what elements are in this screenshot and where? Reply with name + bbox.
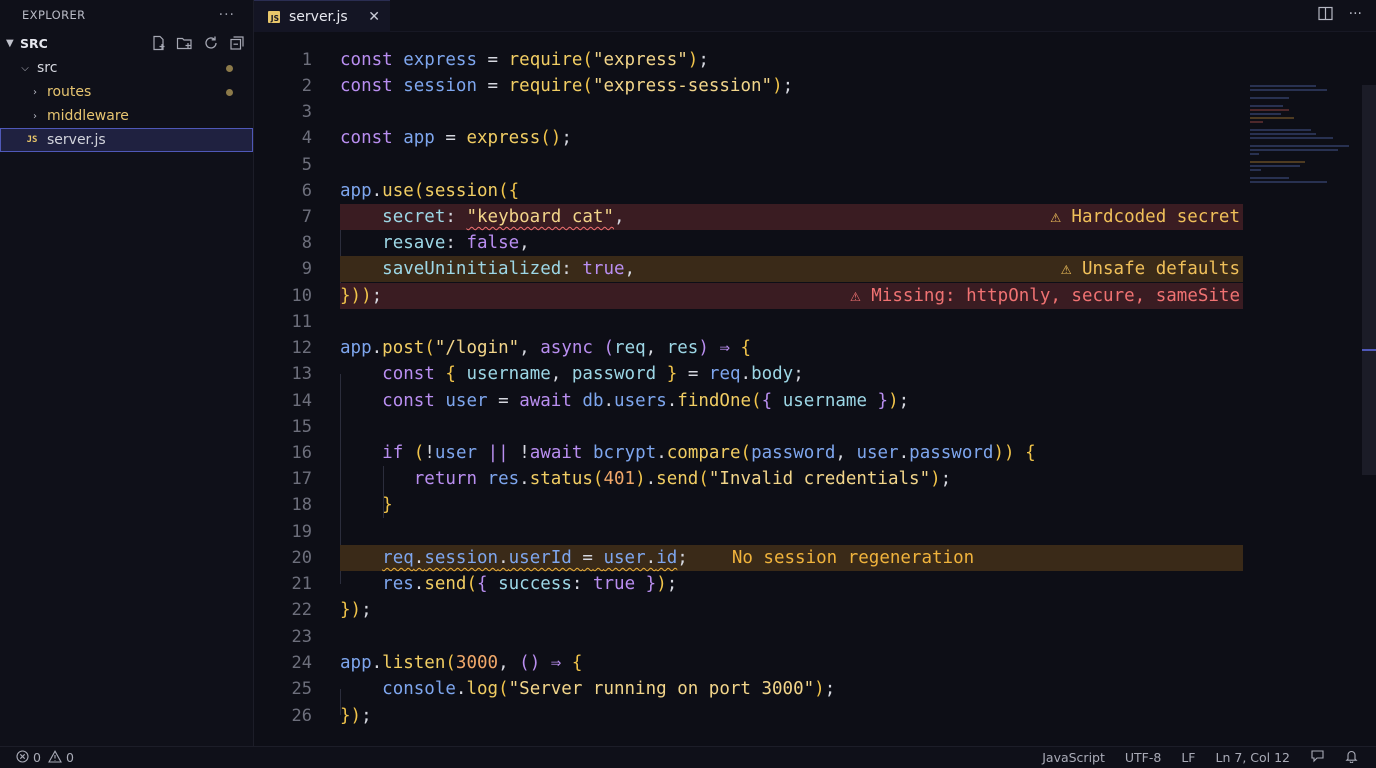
modified-dot [226,88,233,96]
tree-item-label: src [37,60,58,76]
tab-server-js[interactable]: JS server.js ✕ [254,0,390,32]
close-icon[interactable]: ✕ [368,9,380,25]
tree-item-src[interactable]: ⌵ src [0,56,253,80]
code-line: 3 [301,102,312,122]
code-line: 4 const app = express(); [301,128,572,148]
encoding[interactable]: UTF-8 [1125,750,1161,765]
tree-item-middleware[interactable]: › middleware [0,104,253,128]
code-line: 26}); [291,706,372,726]
tree-item-label: server.js [47,132,106,148]
chevron-right-icon: › [33,110,37,122]
workspace-root-label: SRC [20,35,48,51]
code-line: 19 [291,522,312,542]
code-line: 15 [291,417,312,437]
code-line: 1 const express = require("express"); [301,50,709,70]
end-of-line[interactable]: LF [1181,750,1195,765]
code-line: 24 app.listen(3000, () ⇒ { [291,653,583,673]
code-editor[interactable]: 1 const express = require("express"); 2 co… [254,33,1376,746]
warning-icon [48,749,62,766]
code-line: 18 } [291,495,393,515]
code-line: 8 resave: false, [301,233,530,253]
vertical-scrollbar[interactable] [1362,85,1376,475]
code-line-flagged: 10})); ⚠ Missing: httpOnly, secure, sameS… [292,283,1243,310]
refresh-icon[interactable] [202,35,219,52]
code-line-flagged: 7 secret: "keyboard cat", ⚠ Hardcoded sec… [302,204,1243,231]
minimap[interactable] [1250,85,1360,185]
tree-item-routes[interactable]: › routes [0,80,253,104]
scrollbar-marker [1362,349,1376,351]
new-file-icon[interactable] [150,35,167,52]
code-line: 5 [301,155,312,175]
code-line: 23 [291,627,312,647]
code-line: 14 const user = await db.users.findOne({… [291,391,910,411]
unsafe-defaults-warning: ⚠ Unsafe defaults [1060,259,1240,279]
tree-item-label: routes [47,84,92,100]
code-line: 22}); [291,600,372,620]
code-line-flagged: 20 req.session.userId = user.id; No sessi… [292,545,1243,572]
code-line: 12 app.post("/login", async (req, res) ⇒ … [291,338,752,358]
editor-tab-bar: JS server.js ✕ ··· [254,0,1376,32]
session-regeneration-warning: No session regeneration [731,548,975,568]
code-line: 16 if (!user || !await bcrypt.compare(pa… [291,443,1036,463]
bell-icon[interactable] [1345,749,1358,766]
chevron-down-icon: ▼ [6,37,14,49]
more-actions-icon[interactable]: ··· [219,7,235,23]
code-line: 17 return res.status(401).send("Invalid … [291,469,952,489]
error-icon [16,749,29,766]
more-actions-icon[interactable]: ··· [1349,6,1362,25]
js-file-icon: JS [26,135,38,145]
tab-label: server.js [289,8,348,25]
split-editor-icon[interactable] [1318,6,1333,25]
explorer-sidebar: EXPLORER ··· ▼ SRC ⌵ src › routes › midd… [0,0,254,746]
warning-count: 0 [65,750,74,765]
chevron-down-icon: ⌵ [21,62,29,74]
error-count: 0 [33,750,41,765]
js-file-icon: JS [268,10,280,23]
feedback-icon[interactable] [1310,749,1325,766]
tree-item-server-js[interactable]: JS server.js [0,128,253,152]
problems-indicator[interactable]: 0 0 [0,749,74,766]
code-line: 13 const { username, password } = req.bo… [291,364,804,384]
chevron-right-icon: › [33,86,37,98]
modified-dot [226,64,233,72]
new-folder-icon[interactable] [176,35,193,52]
code-line: 2 const session = require("express-sessio… [301,76,794,96]
code-line-flagged: 9 saveUninitialized: true, ⚠ Unsafe defau… [302,256,1243,283]
code-line: 25 console.log("Server running on port 3… [291,679,836,699]
code-line: 11 [291,312,312,332]
missing-flags-warning: ⚠ Missing: httpOnly, secure, sameSite [850,286,1240,306]
explorer-header: EXPLORER ··· [0,0,253,30]
status-bar: 0 0 JavaScript UTF-8 LF Ln 7, Col 12 [0,746,1376,768]
cursor-position[interactable]: Ln 7, Col 12 [1216,750,1291,765]
language-mode[interactable]: JavaScript [1042,750,1105,765]
explorer-title: EXPLORER [22,8,86,22]
collapse-all-icon[interactable] [228,35,245,52]
tree-item-label: middleware [47,108,129,124]
workspace-root[interactable]: ▼ SRC [0,30,253,56]
hardcoded-secret-warning: ⚠ Hardcoded secret [1050,207,1240,227]
code-line: 6 app.use(session({ [301,181,520,201]
code-line: 21 res.send({ success: true }); [291,574,678,594]
